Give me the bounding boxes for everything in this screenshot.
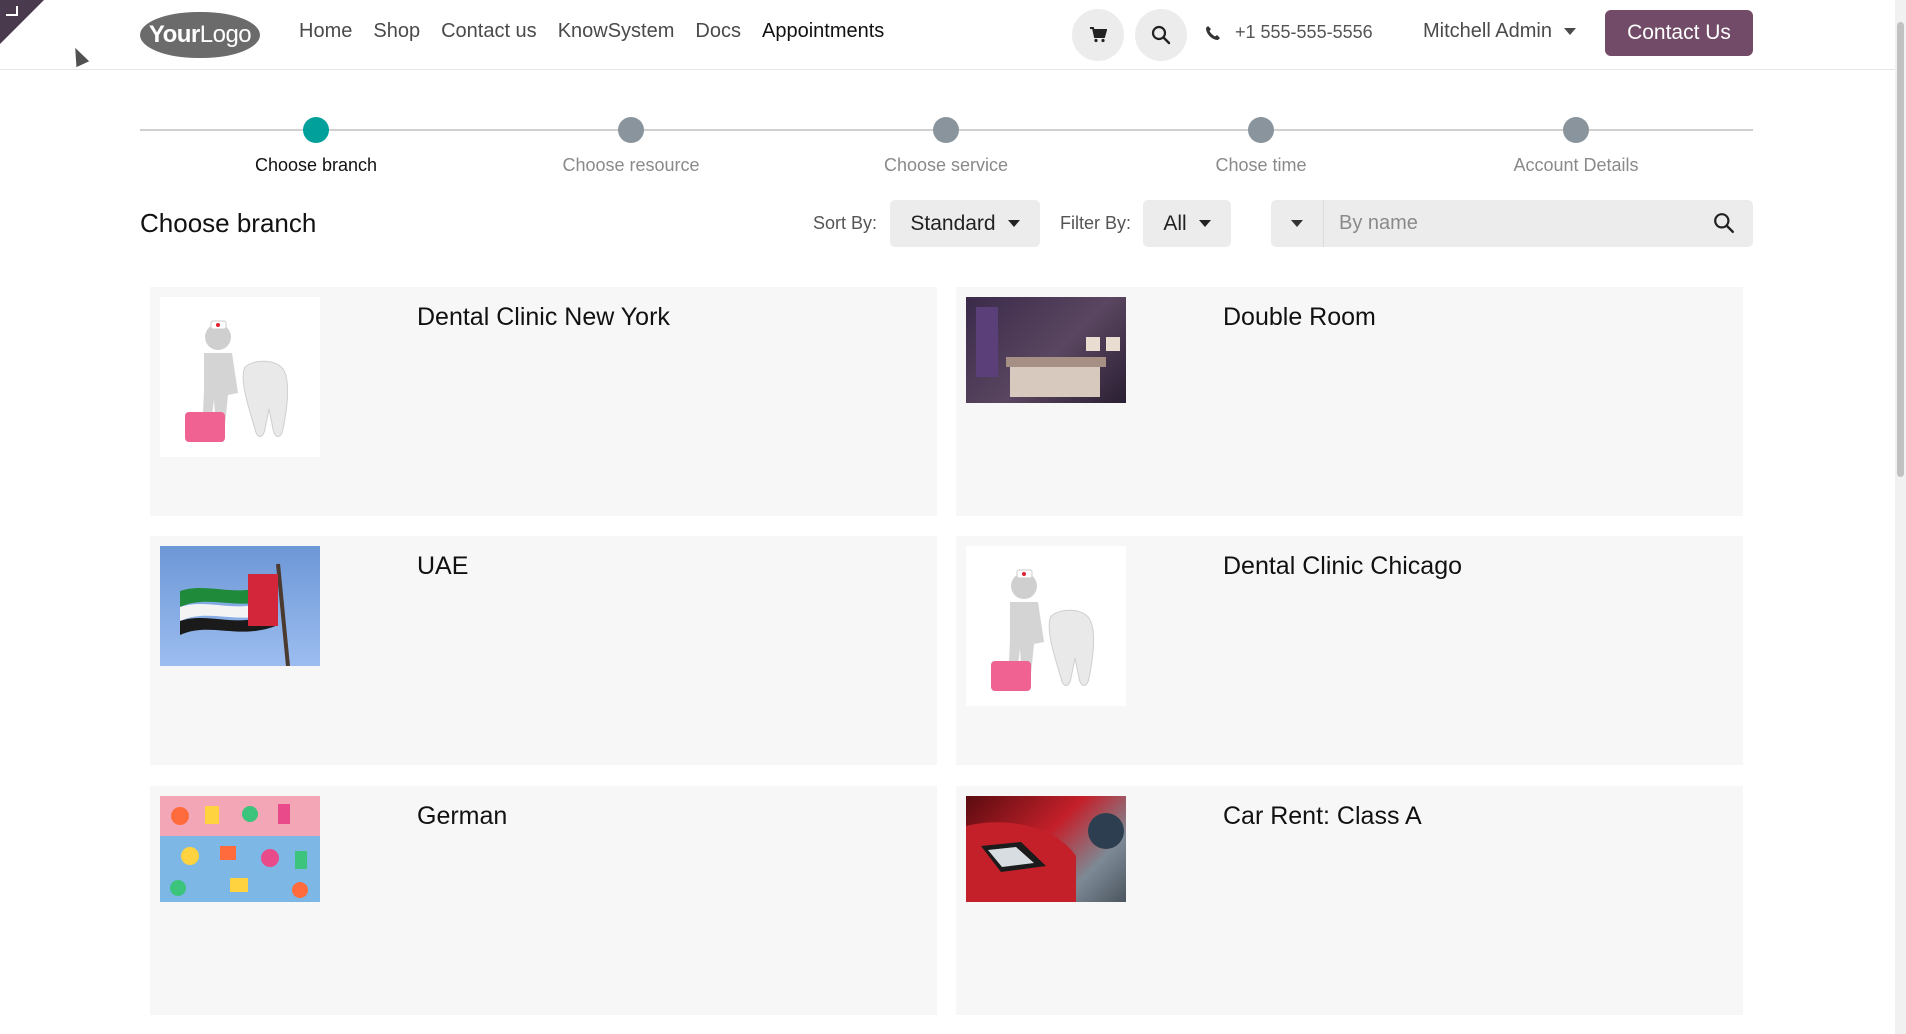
sort-value: Standard (910, 211, 996, 235)
dentist-tooth-image (160, 297, 320, 457)
branch-search (1271, 200, 1753, 247)
branch-name: Dental Clinic Chicago (1223, 552, 1463, 580)
red-car-image (966, 796, 1126, 902)
step-choose-resource[interactable]: Choose resource (511, 110, 751, 176)
branch-card[interactable]: Double Room (956, 287, 1743, 516)
site-logo[interactable]: Your Logo (140, 12, 260, 58)
header-search-button[interactable] (1135, 9, 1187, 61)
main-nav: Home Shop Contact us KnowSystem Docs App… (299, 20, 905, 43)
alphabet-letters-image (160, 796, 320, 902)
step-dot (303, 117, 329, 143)
step-account-details[interactable]: Account Details (1456, 110, 1696, 176)
branch-card[interactable]: German (150, 786, 937, 1015)
step-choose-service[interactable]: Choose service (826, 110, 1066, 176)
step-chose-time[interactable]: Chose time (1141, 110, 1381, 176)
step-label: Choose resource (562, 155, 700, 175)
step-label: Choose service (883, 155, 1009, 175)
search-icon (1151, 25, 1171, 45)
filter-dropdown[interactable]: All (1143, 200, 1231, 247)
search-options-toggle[interactable] (1271, 200, 1324, 247)
site-header: Your Logo Home Shop Contact us KnowSystem… (0, 0, 1895, 70)
contact-us-button[interactable]: Contact Us (1605, 10, 1753, 56)
nav-knowsystem[interactable]: KnowSystem (558, 20, 675, 43)
booking-stepper: Choose branch Choose resource Choose ser… (140, 110, 1753, 190)
nav-docs[interactable]: Docs (695, 20, 741, 43)
step-dot (1563, 117, 1589, 143)
chevron-down-icon (1291, 220, 1303, 227)
hotel-room-image (966, 297, 1126, 403)
nav-appointments[interactable]: Appointments (762, 20, 884, 43)
branch-card[interactable]: Dental Clinic Chicago (956, 536, 1743, 765)
search-icon (1714, 213, 1735, 234)
chevron-down-icon (1198, 220, 1211, 227)
branch-card[interactable]: UAE (150, 536, 937, 765)
chevron-down-icon (1007, 220, 1020, 227)
nav-shop[interactable]: Shop (373, 20, 420, 43)
filter-label: Filter By: (1060, 213, 1132, 233)
step-label: Chose time (1215, 155, 1307, 175)
cart-icon (1090, 27, 1107, 43)
phone-icon (1206, 25, 1220, 40)
phone-number: +1 555-555-5556 (1235, 22, 1373, 42)
filter-value: All (1163, 211, 1187, 235)
corner-mark-icon (6, 6, 18, 16)
chevron-down-icon (1563, 28, 1576, 35)
dentist-tooth-image (966, 546, 1126, 706)
nav-home[interactable]: Home (299, 20, 352, 43)
search-input[interactable] (1325, 200, 1695, 247)
sort-dropdown[interactable]: Standard (890, 200, 1040, 247)
step-dot (618, 117, 644, 143)
user-menu[interactable]: Mitchell Admin (1423, 20, 1576, 43)
logo-text-bold: Your (148, 21, 200, 48)
branch-name: Car Rent: Class A (1223, 802, 1422, 830)
cart-button[interactable] (1072, 9, 1124, 61)
branch-card[interactable]: Car Rent: Class A (956, 786, 1743, 1015)
step-label: Account Details (1513, 155, 1639, 175)
user-name: Mitchell Admin (1423, 20, 1552, 42)
nav-contact-us[interactable]: Contact us (441, 20, 537, 43)
page-scrollbar[interactable] (1895, 0, 1906, 1034)
step-dot (1248, 117, 1274, 143)
step-choose-branch[interactable]: Choose branch (196, 110, 436, 176)
step-dot (933, 117, 959, 143)
uae-flag-image (160, 546, 320, 666)
page-title: Choose branch (140, 208, 317, 238)
scrollbar-thumb[interactable] (1897, 22, 1904, 477)
branch-name: Dental Clinic New York (417, 303, 670, 331)
step-label: Choose branch (254, 155, 378, 175)
phone-link[interactable]: +1 555-555-5556 (1205, 22, 1373, 43)
branch-name: German (417, 802, 508, 830)
logo-text-light: Logo (199, 21, 252, 48)
sort-label: Sort By: (813, 213, 878, 233)
branch-name: UAE (417, 552, 469, 580)
search-submit-button[interactable] (1713, 212, 1735, 239)
branch-name: Double Room (1223, 303, 1376, 331)
branch-card[interactable]: Dental Clinic New York (150, 287, 937, 516)
